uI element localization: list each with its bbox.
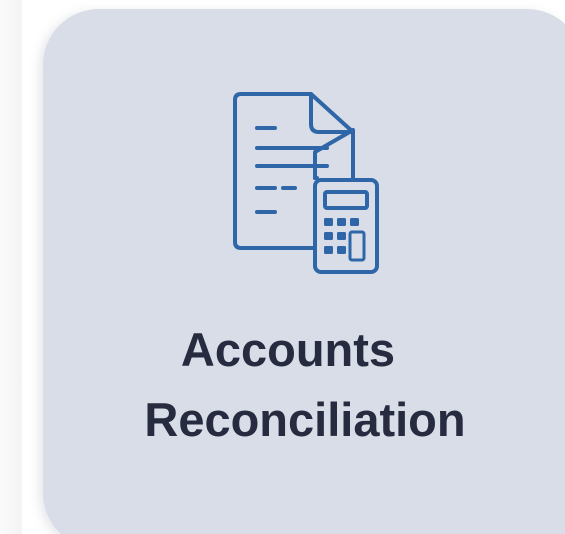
document-calculator-icon — [233, 92, 379, 274]
tile-title-line-1: Accounts — [180, 323, 396, 376]
page-edge-shadow — [0, 0, 22, 534]
tile-title-line-2: Reconciliation — [144, 393, 466, 446]
